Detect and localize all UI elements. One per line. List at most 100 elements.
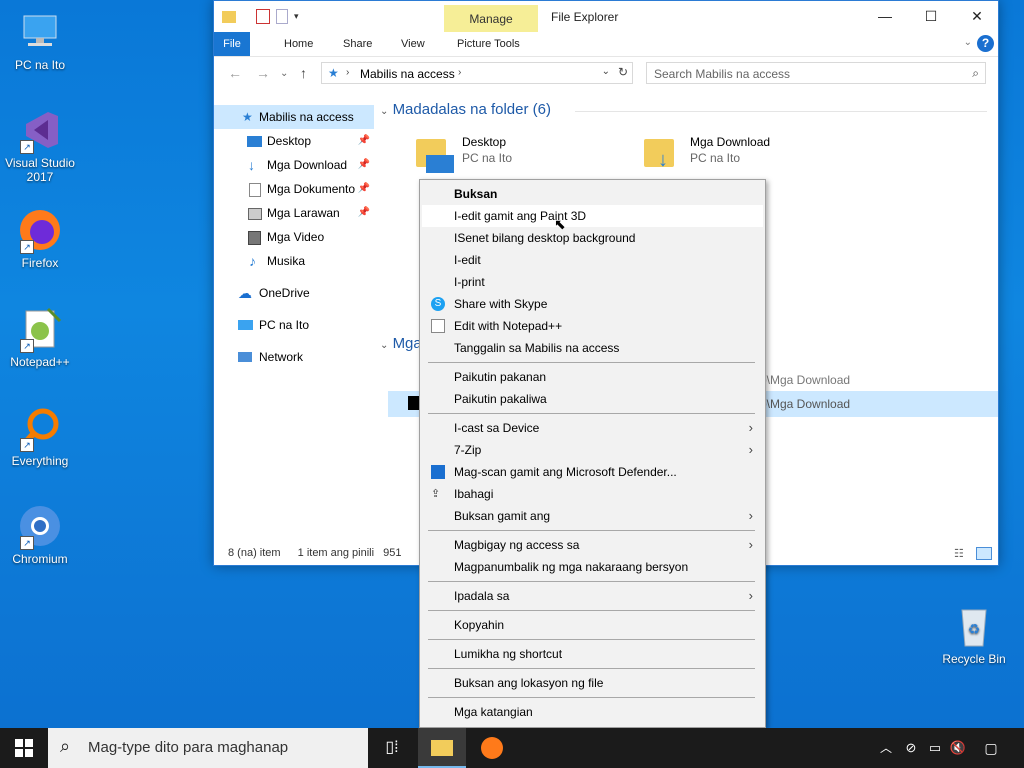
- chevron-down-icon[interactable]: ⌄: [602, 66, 610, 77]
- desktop-icon-notepadpp[interactable]: ↗ Notepad++: [0, 305, 80, 369]
- menu-item-send-to[interactable]: Ipadala sa ›: [422, 585, 763, 607]
- menu-item-defender-scan[interactable]: Mag-scan gamit ang Microsoft Defender...: [422, 461, 763, 483]
- display-icon[interactable]: ▭: [924, 728, 946, 768]
- refresh-icon[interactable]: ↻: [618, 65, 628, 79]
- nav-item-videos[interactable]: Mga Video: [214, 225, 374, 249]
- menu-item-notepadpp[interactable]: Edit with Notepad++: [422, 315, 763, 337]
- volume-muted-icon[interactable]: 🔇: [947, 728, 969, 768]
- address-bar[interactable]: ★ › Mabilis na access › ⌄ ↻: [321, 62, 633, 84]
- notifications-icon[interactable]: ▢: [978, 728, 1004, 768]
- search-icon: ⌕: [60, 736, 71, 756]
- desktop-icon-firefox[interactable]: ↗ Firefox: [0, 206, 80, 270]
- menu-item-edit-paint3d[interactable]: I-edit gamit ang Paint 3D ⬉: [422, 205, 763, 232]
- menu-item-cast-device[interactable]: I-cast sa Device ›: [422, 417, 763, 439]
- show-hidden-icons-button[interactable]: ︿: [876, 728, 896, 768]
- desktop-icon-label: Notepad++: [10, 355, 70, 369]
- taskbar-search-box[interactable]: ⌕ Mag-type dito para maghanap: [48, 728, 368, 768]
- taskbar-firefox[interactable]: [468, 728, 516, 768]
- close-button[interactable]: ✕: [954, 1, 1000, 32]
- nav-item-downloads[interactable]: ↓ Mga Download 📌: [214, 153, 374, 177]
- network-icon: [238, 352, 252, 362]
- menu-item-open-file-location[interactable]: Buksan ang lokasyon ng file: [422, 672, 763, 694]
- item-count: 8 (na) item: [228, 547, 281, 559]
- menu-item-properties[interactable]: Mga katangian: [422, 701, 763, 723]
- recent-locations-icon[interactable]: ⌄: [280, 68, 288, 79]
- menu-item-rotate-right[interactable]: Paikutin pakanan: [422, 366, 763, 388]
- network-status-icon[interactable]: ⊘: [900, 728, 922, 768]
- desktop-icon-everything[interactable]: ↗ Everything: [0, 404, 80, 468]
- minimize-button[interactable]: —: [862, 1, 908, 32]
- maximize-button[interactable]: ☐: [908, 1, 954, 32]
- download-arrow-icon: ↓: [658, 149, 668, 171]
- pin-icon: 📌: [357, 183, 370, 194]
- desktop-icon-recycle-bin[interactable]: ♻ Recycle Bin: [934, 602, 1014, 666]
- desktop-icon-chromium[interactable]: ↗ Chromium: [0, 502, 80, 566]
- menu-item-remove-quick-access[interactable]: Tanggalin sa Mabilis na access: [422, 337, 763, 359]
- desktop-icon-pc[interactable]: PC na Ito: [0, 8, 80, 72]
- menu-item-label: ISenet bilang desktop background: [454, 231, 636, 245]
- properties-icon[interactable]: [256, 9, 270, 24]
- forward-arrow-icon[interactable]: →: [256, 65, 270, 81]
- back-arrow-icon[interactable]: ←: [228, 65, 242, 81]
- menu-item-give-access[interactable]: Magbigay ng access sa ›: [422, 534, 763, 556]
- svg-text:♻: ♻: [968, 621, 981, 637]
- folder-icon[interactable]: [222, 10, 236, 23]
- tab-view[interactable]: View: [391, 32, 435, 56]
- shortcut-arrow-icon: ↗: [20, 536, 34, 550]
- menu-item-7zip[interactable]: 7-Zip ›: [422, 439, 763, 461]
- recent-file-path: o\Mga Download: [760, 373, 851, 387]
- menu-item-label: Mga katangian: [454, 705, 533, 719]
- taskbar-file-explorer[interactable]: [418, 728, 466, 768]
- tab-home[interactable]: Home: [274, 32, 323, 56]
- tab-picture-tools[interactable]: Picture Tools: [447, 32, 530, 56]
- menu-item-rotate-left[interactable]: Paikutin pakaliwa: [422, 388, 763, 410]
- customize-chevron-icon[interactable]: ▾: [294, 11, 299, 22]
- windows-logo-icon: [15, 738, 33, 757]
- up-arrow-icon[interactable]: ↑: [300, 65, 307, 81]
- nav-item-quick-access[interactable]: ★ Mabilis na access: [214, 105, 374, 129]
- nav-item-onedrive[interactable]: ☁ OneDrive: [214, 281, 374, 305]
- menu-item-print[interactable]: I-print: [422, 271, 763, 293]
- menu-item-copy[interactable]: Kopyahin: [422, 614, 763, 636]
- menu-item-restore-versions[interactable]: Magpanumbalik ng mga nakaraang bersyon: [422, 556, 763, 578]
- nav-item-pictures[interactable]: Mga Larawan 📌: [214, 201, 374, 225]
- tab-share[interactable]: Share: [333, 32, 382, 56]
- menu-item-edit[interactable]: I-edit: [422, 249, 763, 271]
- defender-icon: [431, 465, 445, 479]
- nav-item-desktop[interactable]: Desktop 📌: [214, 129, 374, 153]
- nav-item-network[interactable]: Network: [214, 345, 374, 369]
- menu-separator: [428, 697, 755, 698]
- tab-file[interactable]: File: [214, 32, 250, 56]
- menu-item-share-skype[interactable]: S Share with Skype: [422, 293, 763, 315]
- desktop-icon-visual-studio[interactable]: ↗ Visual Studio 2017: [0, 106, 80, 184]
- details-view-icon[interactable]: ☷: [954, 547, 964, 560]
- nav-item-documents[interactable]: Mga Dokumento 📌: [214, 177, 374, 201]
- nav-item-this-pc[interactable]: PC na Ito: [214, 313, 374, 337]
- menu-item-label: Buksan ang lokasyon ng file: [454, 676, 604, 690]
- menu-item-label: Lumikha ng shortcut: [454, 647, 563, 661]
- menu-item-open[interactable]: Buksan: [422, 183, 763, 205]
- navigation-pane: ★ Mabilis na access Desktop 📌 ↓ Mga Down…: [214, 105, 374, 369]
- task-view-button[interactable]: ▯⁞: [368, 728, 416, 768]
- start-button[interactable]: [0, 728, 48, 768]
- large-icons-view-icon[interactable]: [976, 547, 992, 560]
- new-folder-icon[interactable]: [276, 9, 288, 24]
- menu-item-open-with[interactable]: Buksan gamit ang ›: [422, 505, 763, 527]
- notepadpp-icon: [431, 319, 445, 333]
- group-header-frequent[interactable]: ⌄ Madadalas na folder (6): [380, 101, 551, 118]
- desktop-icon-label: Recycle Bin: [942, 652, 1006, 666]
- tab-manage[interactable]: Manage: [444, 5, 538, 33]
- chevron-right-icon: ›: [748, 588, 753, 603]
- group-header-recent[interactable]: ⌄ Mga: [380, 335, 422, 352]
- menu-item-set-background[interactable]: ISenet bilang desktop background: [422, 227, 763, 249]
- expand-ribbon-icon[interactable]: ⌄: [964, 37, 972, 48]
- menu-item-share[interactable]: ⇪ Ibahagi: [422, 483, 763, 505]
- nav-item-music[interactable]: ♪ Musika: [214, 249, 374, 273]
- folder-name: Desktop: [462, 135, 507, 149]
- shortcut-arrow-icon: ↗: [20, 438, 34, 452]
- menu-item-create-shortcut[interactable]: Lumikha ng shortcut: [422, 643, 763, 665]
- help-button[interactable]: ?: [977, 35, 994, 52]
- chevron-right-icon: ›: [748, 420, 753, 435]
- search-input[interactable]: Search Mabilis na access ⌕: [646, 62, 986, 84]
- chevron-right-icon: ›: [748, 537, 753, 552]
